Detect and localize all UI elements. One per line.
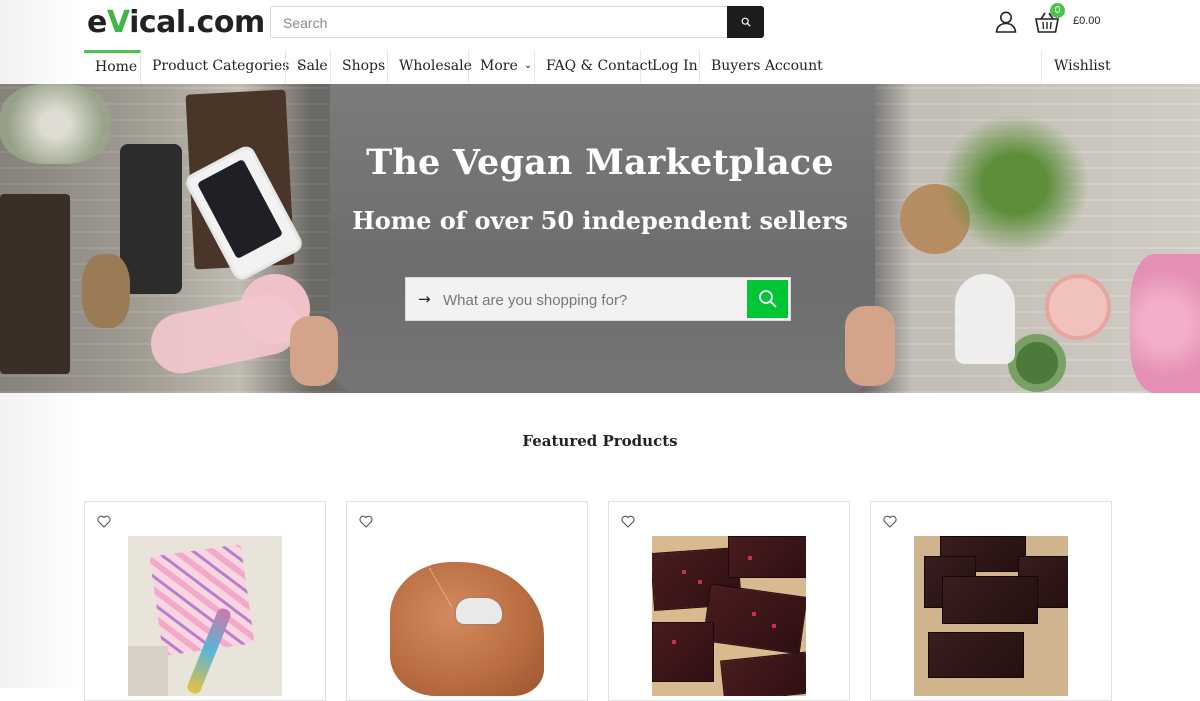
arrow-right-icon: → — [418, 290, 431, 308]
heart-wishlist-icon[interactable] — [621, 515, 635, 528]
nav-shops[interactable]: Shops — [331, 50, 388, 84]
cart-total[interactable]: £0.00 — [1073, 15, 1101, 27]
hero-paper-sheet — [330, 84, 875, 393]
hero-subtitle: Home of over 50 independent sellers — [352, 206, 848, 235]
header-search — [270, 6, 764, 39]
featured-products-heading: Featured Products — [522, 432, 678, 450]
product-card[interactable] — [870, 501, 1112, 701]
nav-home[interactable]: Home — [84, 50, 141, 84]
chocolate-bar — [702, 583, 806, 655]
product-image[interactable] — [128, 536, 282, 696]
hero-ribbon-right-prop — [1045, 274, 1111, 340]
cart-count-badge: 0 — [1050, 3, 1065, 18]
chocolate-bar — [720, 651, 806, 696]
header-search-button[interactable] — [727, 6, 764, 38]
chocolate-bar — [728, 536, 806, 578]
product-card[interactable] — [84, 501, 326, 701]
nav-wishlist[interactable]: Wishlist — [1041, 50, 1112, 84]
nav-sale[interactable]: Sale — [285, 50, 331, 84]
chocolate-bar — [928, 632, 1024, 678]
hero-search: → — [405, 277, 791, 322]
heart-wishlist-icon[interactable] — [359, 515, 373, 528]
hero-banner: The Vegan Marketplace Home of over 50 in… — [0, 84, 1200, 393]
user-account-icon[interactable] — [994, 10, 1018, 34]
product-image-fabric — [149, 544, 255, 656]
product-card[interactable] — [608, 501, 850, 701]
product-image[interactable] — [390, 536, 544, 696]
nav-buyers-account[interactable]: Buyers Account — [700, 50, 823, 84]
heart-wishlist-icon[interactable] — [97, 515, 111, 528]
logo-suffix: ical.com — [129, 5, 265, 40]
search-icon — [758, 290, 777, 308]
logo-v: V — [106, 5, 130, 40]
chevron-down-icon: ⌄ — [523, 60, 533, 71]
product-image[interactable] — [914, 536, 1068, 696]
nav-wholesale[interactable]: Wholesale — [388, 50, 472, 84]
product-image-jar — [128, 646, 168, 696]
logo-prefix: e — [87, 5, 107, 40]
header-search-input[interactable] — [281, 7, 725, 39]
chocolate-bar — [942, 576, 1038, 624]
hero-bottle-prop — [955, 274, 1015, 364]
hero-hand-left — [290, 316, 338, 386]
raspberry-piece — [672, 640, 676, 644]
hero-title: The Vegan Marketplace — [366, 142, 834, 183]
product-image-sheep-pendant — [456, 598, 502, 624]
main-nav: Home Product Categories ⌄ Sale Shops Whol… — [84, 50, 1112, 84]
nav-log-in[interactable]: Log In — [641, 50, 700, 84]
hero-search-button[interactable] — [747, 280, 788, 318]
product-image[interactable] — [652, 536, 806, 696]
hero-hand-right — [845, 306, 895, 386]
raspberry-piece — [682, 570, 686, 574]
raspberry-piece — [698, 580, 702, 584]
chocolate-bar — [652, 622, 714, 682]
search-icon — [741, 17, 751, 27]
product-card[interactable] — [346, 501, 588, 701]
hero-hydrangea-prop — [1130, 254, 1200, 393]
nav-more-label: More — [480, 58, 518, 74]
nav-product-categories-label: Product Categories — [152, 58, 290, 74]
nav-faq-contact[interactable]: FAQ & Contact — [535, 50, 653, 84]
raspberry-piece — [772, 624, 776, 628]
site-logo[interactable]: eVical.com — [87, 3, 265, 43]
raspberry-piece — [748, 556, 752, 560]
hero-green-tape-prop — [1008, 334, 1066, 392]
hero-twine-prop — [82, 254, 130, 328]
hero-search-input[interactable] — [441, 278, 745, 322]
raspberry-piece — [752, 612, 756, 616]
heart-wishlist-icon[interactable] — [883, 515, 897, 528]
nav-more[interactable]: More ⌄ — [469, 50, 535, 84]
